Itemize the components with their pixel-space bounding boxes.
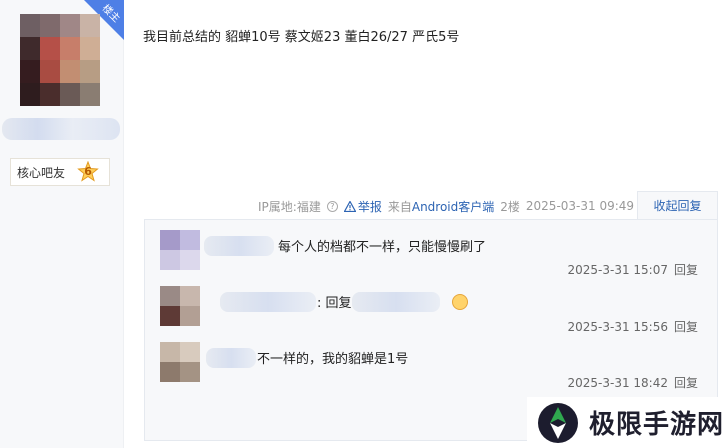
warning-icon <box>343 200 356 212</box>
reply-username-blurred[interactable] <box>206 348 256 368</box>
site-watermark: 极限手游网 <box>527 397 726 448</box>
help-icon[interactable]: ? <box>326 200 338 212</box>
collapse-replies-button[interactable]: 收起回复 <box>637 191 718 220</box>
ip-location: IP属地:福建 <box>258 199 321 214</box>
emoji-icon <box>452 294 468 310</box>
reply-text: : 回复 <box>317 292 352 311</box>
reply-item: 不一样的，我的貂蝉是1号 2025-3-31 18:42 回复 <box>160 342 710 392</box>
reply-to-label: 回复 <box>325 296 352 311</box>
reply-meta: 2025-3-31 18:42 回复 <box>567 374 698 391</box>
author-name-blurred[interactable] <box>2 118 120 140</box>
reply-avatar[interactable] <box>160 230 200 270</box>
author-level-badge[interactable]: 核心吧友 6 <box>10 158 110 186</box>
reply-text: 每个人的档都不一样，只能慢慢刷了 <box>278 240 487 255</box>
report-link[interactable]: 举报 <box>343 198 382 215</box>
post-meta: IP属地:福建 ? 举报 来自Android客户端 2楼 2025-03-31 … <box>258 195 634 217</box>
reply-text: 不一样的，我的貂蝉是1号 <box>257 352 409 367</box>
reply-time: 2025-3-31 15:56 <box>567 320 668 334</box>
reply-meta: 2025-3-31 15:07 回复 <box>567 261 698 278</box>
reply-item: : 回复 2025-3-31 15:56 回复 <box>160 286 710 336</box>
reply-item: 每个人的档都不一样，只能慢慢刷了 2025-3-31 15:07 回复 <box>160 230 710 280</box>
reply-button[interactable]: 回复 <box>674 320 698 334</box>
report-label: 举报 <box>357 199 382 214</box>
reply-target-blurred[interactable] <box>352 292 440 312</box>
watermark-text: 极限手游网 <box>589 410 725 440</box>
reply-button[interactable]: 回复 <box>674 376 698 390</box>
reply-prefix: : <box>317 296 322 311</box>
floor-number: 2楼 <box>500 199 520 214</box>
client-link[interactable]: Android客户端 <box>412 200 494 214</box>
reply-avatar[interactable] <box>160 286 200 326</box>
reply-username-blurred[interactable] <box>204 236 274 256</box>
level-star-icon: 6 <box>77 161 99 183</box>
level-number: 6 <box>84 165 92 178</box>
post-content: 我目前总结的 貂蝉10号 蔡文姬23 董白26/27 严氏5号 <box>143 30 460 45</box>
reply-time: 2025-3-31 15:07 <box>567 263 668 277</box>
client-info: 来自Android客户端 <box>388 198 494 215</box>
reply-time: 2025-3-31 18:42 <box>567 376 668 390</box>
author-avatar[interactable] <box>20 14 100 106</box>
watermark-logo-icon <box>538 402 578 443</box>
client-prefix: 来自 <box>387 199 412 214</box>
reply-avatar[interactable] <box>160 342 200 382</box>
post-time: 2025-03-31 09:49 <box>525 199 635 213</box>
reply-username-blurred[interactable] <box>220 292 316 312</box>
reply-button[interactable]: 回复 <box>674 263 698 277</box>
level-label: 核心吧友 <box>17 165 66 180</box>
author-sidebar: 楼主 核心吧友 6 <box>0 0 124 448</box>
reply-meta: 2025-3-31 15:56 回复 <box>567 318 698 335</box>
